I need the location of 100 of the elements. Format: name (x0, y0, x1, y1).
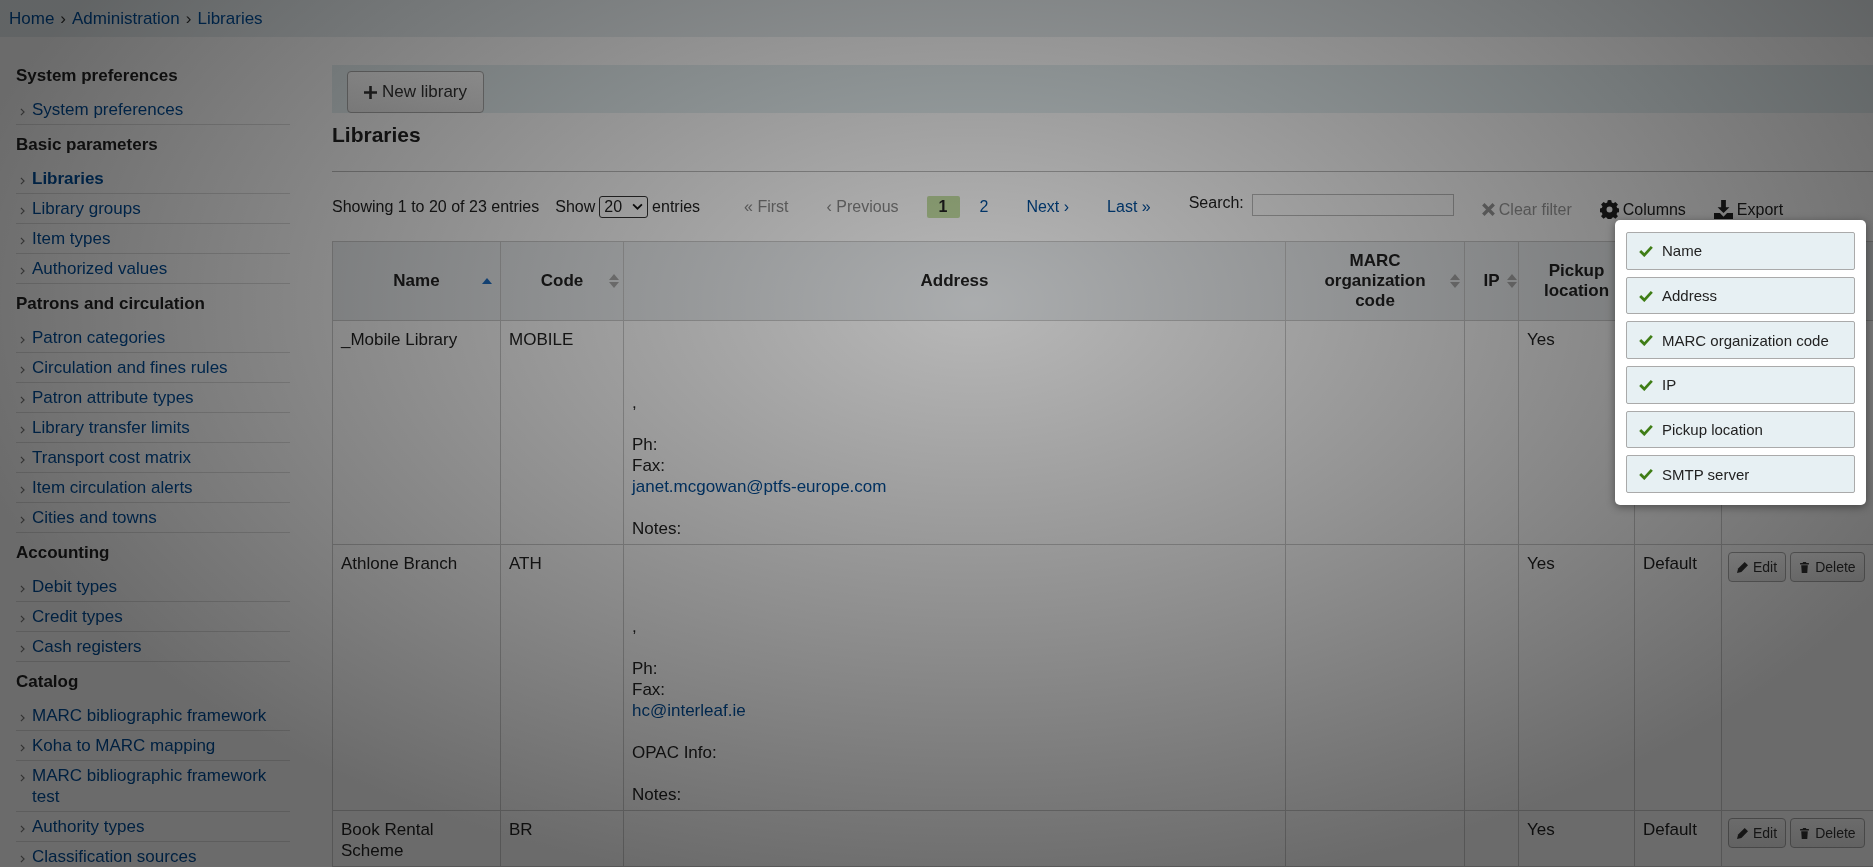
chevron-icon (20, 774, 25, 782)
table-cell: BR (509, 820, 533, 839)
entries-label: entries (652, 197, 701, 216)
chevron-icon (20, 714, 25, 722)
section-heading: Patrons and circulation (16, 293, 206, 315)
chevron-icon (20, 108, 25, 116)
delete-button[interactable]: Delete (1790, 552, 1865, 582)
table-cell: Athlone Branch (341, 554, 458, 573)
sidebar-link[interactable]: System preferences (32, 99, 184, 120)
table-cell: Book Rental Scheme (341, 820, 434, 860)
chevron-icon (20, 744, 25, 752)
column-header[interactable]: Address (906, 271, 1003, 291)
checkmark-icon (1639, 289, 1653, 302)
table-cell: Yes (1527, 820, 1555, 839)
chevron-icon (20, 516, 25, 524)
chevron-icon (20, 207, 25, 215)
column-toggle[interactable]: IP (1626, 366, 1855, 404)
chevron-icon (20, 177, 25, 185)
table-cell: Yes (1527, 554, 1555, 573)
pencil-icon (1737, 561, 1748, 573)
table-cell: MOBILE (509, 330, 574, 349)
sidebar-link[interactable]: Cash registers (32, 636, 142, 657)
column-toggle[interactable]: MARC organization code (1626, 321, 1855, 359)
table-cell: ATH (509, 554, 542, 573)
sidebar-link[interactable]: MARC bibliographic framework test (32, 765, 290, 807)
section-heading: Catalog (16, 671, 80, 693)
chevron-icon (20, 336, 25, 344)
breadcrumb-link[interactable]: Home (9, 8, 55, 29)
chevron-icon (20, 825, 25, 833)
sidebar-link[interactable]: Patron attribute types (32, 387, 194, 408)
address-line: Notes: (632, 519, 682, 538)
edit-button[interactable]: Edit (1728, 818, 1787, 848)
table-cell: _Mobile Library (341, 330, 458, 349)
page-link[interactable]: Last » (1097, 195, 1161, 218)
page-size-select[interactable]: 20 (599, 195, 649, 218)
address-line: OPAC Info: (632, 743, 717, 762)
sidebar-link[interactable]: Libraries (32, 168, 104, 189)
export-button[interactable]: Export (1713, 200, 1784, 219)
table-cell: Default (1643, 554, 1697, 573)
breadcrumb-separator: › (60, 8, 67, 29)
search-label: Search: (1188, 193, 1244, 212)
columns-button[interactable]: Columns (1599, 200, 1686, 219)
chevron-icon (20, 855, 25, 863)
breadcrumb-link[interactable]: Libraries (197, 8, 263, 29)
section-heading: Accounting (16, 542, 111, 564)
checkmark-icon (1639, 468, 1653, 481)
email-link[interactable]: hc@interleaf.ie (632, 701, 746, 720)
trash-icon (1799, 827, 1811, 839)
column-toggle[interactable]: Pickup location (1626, 410, 1855, 449)
sidebar-link[interactable]: MARC bibliographic framework (32, 705, 267, 726)
breadcrumb-separator: › (185, 8, 192, 29)
sidebar-link[interactable]: Transport cost matrix (32, 447, 192, 468)
column-header[interactable]: Code (526, 271, 598, 291)
chevron-icon (20, 585, 25, 593)
plus-icon (364, 85, 377, 99)
sidebar-link[interactable]: Item types (32, 228, 111, 249)
sidebar-link[interactable]: Library groups (32, 198, 141, 219)
checkmark-icon (1639, 423, 1653, 436)
chevron-icon (20, 267, 25, 275)
sidebar-link[interactable]: Authority types (32, 816, 145, 837)
settings-icon (1599, 200, 1619, 219)
table-cell: Yes (1527, 330, 1555, 349)
address-line: Ph: (632, 435, 658, 454)
download-icon (1713, 200, 1733, 219)
current-page[interactable]: 1 (926, 195, 960, 218)
checkmark-icon (1639, 334, 1653, 347)
search-field[interactable] (1251, 193, 1454, 216)
column-toggle[interactable]: SMTP server (1626, 455, 1855, 494)
email-link[interactable]: janet.mcgowan@ptfs-europe.com (632, 477, 887, 496)
address-line: Fax: (632, 680, 666, 699)
trash-icon (1799, 561, 1811, 573)
sidebar-link[interactable]: Circulation and fines rules (32, 357, 228, 378)
delete-button[interactable]: Delete (1790, 818, 1865, 848)
sidebar-link[interactable]: Authorized values (32, 258, 168, 279)
show-label: Show (555, 197, 596, 216)
address-line: Ph: (632, 659, 658, 678)
sidebar-link[interactable]: Cities and towns (32, 507, 157, 528)
entries-info: Showing 1 to 20 of 23 entries (332, 197, 540, 216)
sidebar-link[interactable]: Credit types (32, 606, 123, 627)
sidebar-link[interactable]: Library transfer limits (32, 417, 190, 438)
close-icon (1481, 203, 1495, 216)
sidebar-link[interactable]: Debit types (32, 576, 118, 597)
sidebar-link[interactable]: Patron categories (32, 327, 166, 348)
column-header[interactable]: Name (379, 271, 454, 291)
caret-icon (632, 203, 644, 210)
pencil-icon (1737, 827, 1748, 839)
edit-button[interactable]: Edit (1728, 552, 1787, 582)
new-library-button[interactable]: New library (347, 71, 485, 113)
checkmark-icon (1639, 244, 1653, 257)
sidebar-link[interactable]: Item circulation alerts (32, 477, 193, 498)
column-toggle[interactable]: Name (1626, 232, 1855, 270)
chevron-icon (20, 237, 25, 245)
page-link[interactable]: Next › (1016, 195, 1080, 218)
sidebar-link[interactable]: Koha to MARC mapping (32, 735, 216, 756)
column-toggle[interactable]: Address (1626, 276, 1855, 315)
chevron-icon (20, 645, 25, 653)
breadcrumb-link[interactable]: Administration (72, 8, 180, 29)
page-link[interactable]: 2 (969, 195, 999, 218)
chevron-icon (20, 426, 25, 434)
chevron-icon (20, 366, 25, 374)
